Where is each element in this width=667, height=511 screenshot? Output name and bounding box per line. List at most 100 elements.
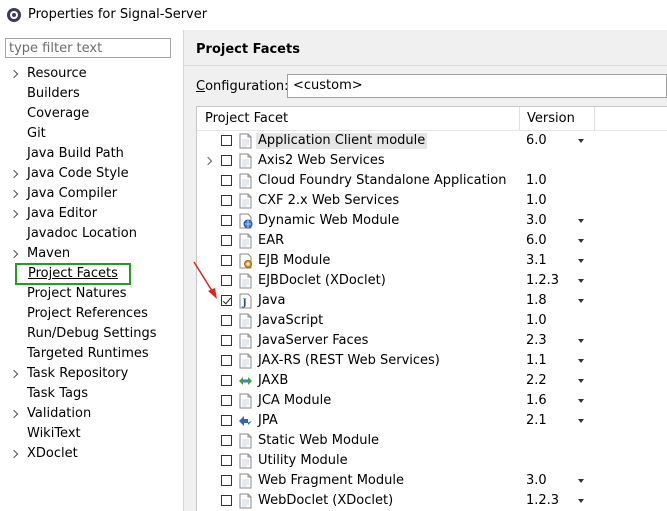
facet-checkbox[interactable]: [221, 155, 232, 166]
chevron-down-icon[interactable]: [578, 399, 584, 403]
table-row[interactable]: JavaScript 1.0: [197, 311, 667, 331]
facet-version[interactable]: 1.6: [526, 393, 547, 409]
table-row[interactable]: Cloud Foundry Standalone Application 1.0: [197, 171, 667, 191]
column-divider[interactable]: [594, 107, 595, 130]
sidebar-item-targeted-runtimes[interactable]: Targeted Runtimes: [0, 344, 183, 364]
facet-checkbox[interactable]: [221, 175, 232, 186]
sidebar-item-resource[interactable]: Resource: [0, 64, 183, 84]
chevron-down-icon[interactable]: [578, 339, 584, 343]
facet-checkbox[interactable]: [221, 355, 232, 366]
facet-version[interactable]: 3.0: [526, 473, 547, 489]
sidebar-item-project-facets[interactable]: Project Facets: [0, 263, 183, 285]
sidebar-item-java-code-style[interactable]: Java Code Style: [0, 164, 183, 184]
facet-checkbox[interactable]: [221, 415, 232, 426]
sidebar-item-project-references[interactable]: Project References: [0, 304, 183, 324]
table-row[interactable]: JPA 2.1: [197, 411, 667, 431]
sidebar-item-coverage[interactable]: Coverage: [0, 104, 183, 124]
facet-checkbox[interactable]: [221, 195, 232, 206]
facet-checkbox[interactable]: [221, 215, 232, 226]
table-row[interactable]: Application Client module 6.0: [197, 131, 667, 151]
sidebar-item-task-tags[interactable]: Task Tags: [0, 384, 183, 404]
sidebar-item-wikitext[interactable]: WikiText: [0, 424, 183, 444]
column-header-version[interactable]: Version: [527, 111, 575, 126]
chevron-down-icon[interactable]: [578, 499, 584, 503]
facet-version[interactable]: 2.2: [526, 373, 547, 389]
table-row[interactable]: EAR 6.0: [197, 231, 667, 251]
configuration-select[interactable]: <custom>: [287, 74, 667, 98]
facet-version[interactable]: 2.1: [526, 413, 547, 429]
chevron-down-icon[interactable]: [578, 359, 584, 363]
facet-checkbox[interactable]: [221, 375, 232, 386]
chevron-down-icon[interactable]: [578, 419, 584, 423]
chevron-right-icon[interactable]: [9, 189, 19, 199]
chevron-right-icon[interactable]: [9, 209, 19, 219]
chevron-right-icon[interactable]: [203, 156, 213, 166]
facet-version[interactable]: 6.0: [526, 133, 547, 149]
facet-checkbox[interactable]: [221, 275, 232, 286]
table-row[interactable]: JAXB 2.2: [197, 371, 667, 391]
facet-version[interactable]: 6.0: [526, 233, 547, 249]
facet-checkbox[interactable]: [221, 135, 232, 146]
facet-checkbox[interactable]: [221, 395, 232, 406]
table-row[interactable]: JAX-RS (REST Web Services) 1.1: [197, 351, 667, 371]
table-row[interactable]: EJB Module 3.1: [197, 251, 667, 271]
column-divider[interactable]: [519, 107, 520, 130]
facet-version[interactable]: 1.2.3: [526, 273, 559, 289]
sidebar-item-java-build-path[interactable]: Java Build Path: [0, 144, 183, 164]
facet-checkbox[interactable]: [221, 295, 232, 306]
chevron-down-icon[interactable]: [578, 479, 584, 483]
table-row[interactable]: JavaServer Faces 2.3: [197, 331, 667, 351]
chevron-right-icon[interactable]: [9, 449, 19, 459]
table-row[interactable]: Dynamic Web Module 3.0: [197, 211, 667, 231]
facet-checkbox[interactable]: [221, 475, 232, 486]
sidebar-item-maven[interactable]: Maven: [0, 244, 183, 264]
table-row[interactable]: JCA Module 1.6: [197, 391, 667, 411]
filter-input[interactable]: [5, 38, 171, 58]
sidebar-item-java-compiler[interactable]: Java Compiler: [0, 184, 183, 204]
facet-checkbox[interactable]: [221, 335, 232, 346]
facet-version[interactable]: 1.8: [526, 293, 547, 309]
chevron-down-icon[interactable]: [578, 299, 584, 303]
facet-version[interactable]: 3.1: [526, 253, 547, 269]
chevron-down-icon[interactable]: [578, 239, 584, 243]
facet-checkbox[interactable]: [221, 495, 232, 506]
table-row[interactable]: Utility Module: [197, 451, 667, 471]
chevron-down-icon[interactable]: [578, 139, 584, 143]
facet-version[interactable]: 1.1: [526, 353, 547, 369]
table-row[interactable]: Static Web Module: [197, 431, 667, 451]
chevron-right-icon[interactable]: [9, 409, 19, 419]
sidebar-item-builders[interactable]: Builders: [0, 84, 183, 104]
sidebar-item-task-repository[interactable]: Task Repository: [0, 364, 183, 384]
sidebar-item-xdoclet[interactable]: XDoclet: [0, 444, 183, 464]
facet-checkbox[interactable]: [221, 235, 232, 246]
chevron-right-icon[interactable]: [9, 169, 19, 179]
facet-version[interactable]: 3.0: [526, 213, 547, 229]
facet-checkbox[interactable]: [221, 455, 232, 466]
table-row[interactable]: EJBDoclet (XDoclet) 1.2.3: [197, 271, 667, 291]
chevron-down-icon[interactable]: [578, 279, 584, 283]
sidebar-item-run-debug-settings[interactable]: Run/Debug Settings: [0, 324, 183, 344]
chevron-right-icon[interactable]: [9, 369, 19, 379]
sidebar-item-java-editor[interactable]: Java Editor: [0, 204, 183, 224]
table-row[interactable]: CXF 2.x Web Services 1.0: [197, 191, 667, 211]
chevron-down-icon[interactable]: [578, 259, 584, 263]
facet-checkbox[interactable]: [221, 315, 232, 326]
chevron-down-icon[interactable]: [578, 219, 584, 223]
table-row[interactable]: J Java 1.8: [197, 291, 667, 311]
column-header-facet[interactable]: Project Facet: [205, 111, 288, 126]
jaxb-icon: [238, 373, 253, 389]
facet-version[interactable]: 2.3: [526, 333, 547, 349]
table-row[interactable]: WebDoclet (XDoclet) 1.2.3: [197, 491, 667, 511]
facet-checkbox[interactable]: [221, 255, 232, 266]
table-row[interactable]: Web Fragment Module 3.0: [197, 471, 667, 491]
sidebar-item-validation[interactable]: Validation: [0, 404, 183, 424]
sidebar-item-javadoc-location[interactable]: Javadoc Location: [0, 224, 183, 244]
chevron-right-icon[interactable]: [9, 249, 19, 259]
chevron-right-icon[interactable]: [9, 69, 19, 79]
sidebar-item-git[interactable]: Git: [0, 124, 183, 144]
chevron-down-icon[interactable]: [578, 379, 584, 383]
table-row[interactable]: Axis2 Web Services: [197, 151, 667, 171]
sidebar-item-project-natures[interactable]: Project Natures: [0, 284, 183, 304]
facet-version[interactable]: 1.2.3: [526, 493, 559, 509]
facet-checkbox[interactable]: [221, 435, 232, 446]
